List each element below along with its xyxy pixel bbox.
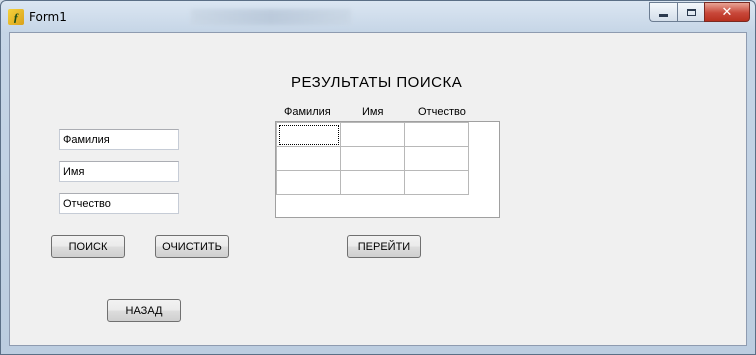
grid-cell[interactable] bbox=[276, 146, 341, 171]
name-input[interactable] bbox=[59, 161, 179, 182]
maximize-icon bbox=[686, 8, 696, 16]
results-table bbox=[276, 122, 469, 195]
grid-cell[interactable] bbox=[276, 170, 341, 195]
grid-cell[interactable] bbox=[340, 146, 405, 171]
surname-input[interactable] bbox=[59, 129, 179, 150]
window-title: Form1 bbox=[29, 10, 67, 24]
form-client-area: РЕЗУЛЬТАТЫ ПОИСКА ПОИСК ОЧИСТИТЬ ПЕРЕЙТИ… bbox=[9, 32, 747, 346]
form-window: ƒ Form1 ✕ РЕЗУЛЬТАТЫ ПОИСКА ПОИСК ОЧИСТИ… bbox=[0, 0, 756, 355]
blurred-background bbox=[191, 9, 351, 25]
goto-button[interactable]: ПЕРЕЙТИ bbox=[347, 235, 421, 258]
column-header-name: Имя bbox=[362, 106, 384, 118]
table-row bbox=[276, 146, 469, 171]
column-header-patronymic: Отчество bbox=[418, 106, 466, 118]
grid-cell[interactable] bbox=[404, 146, 469, 171]
search-button[interactable]: ПОИСК bbox=[51, 235, 125, 258]
maximize-button[interactable] bbox=[677, 2, 704, 22]
patronymic-input[interactable] bbox=[59, 193, 179, 214]
close-button[interactable]: ✕ bbox=[704, 2, 750, 22]
close-icon: ✕ bbox=[721, 4, 733, 20]
grid-cell[interactable] bbox=[340, 122, 405, 147]
back-button[interactable]: НАЗАД bbox=[107, 299, 181, 322]
app-icon[interactable]: ƒ bbox=[8, 9, 24, 25]
title-bar[interactable]: ƒ Form1 ✕ bbox=[1, 1, 755, 32]
minimize-button[interactable] bbox=[649, 2, 677, 22]
clear-button[interactable]: ОЧИСТИТЬ bbox=[155, 235, 229, 258]
results-heading: РЕЗУЛЬТАТЫ ПОИСКА bbox=[291, 74, 463, 91]
table-row bbox=[276, 170, 469, 195]
grid-cell[interactable] bbox=[276, 122, 341, 147]
grid-cell[interactable] bbox=[340, 170, 405, 195]
column-header-surname: Фамилия bbox=[284, 106, 331, 118]
grid-cell[interactable] bbox=[404, 122, 469, 147]
grid-cell[interactable] bbox=[404, 170, 469, 195]
results-grid[interactable] bbox=[275, 121, 500, 218]
table-row bbox=[276, 122, 469, 147]
minimize-icon bbox=[659, 14, 668, 17]
